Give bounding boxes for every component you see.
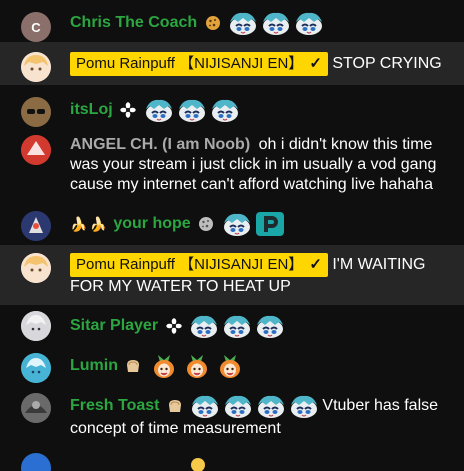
live-chat: C Chris The Coach Pomu Rainpuff 【NIJISAN… (0, 0, 464, 471)
avatar[interactable] (21, 353, 51, 383)
chat-message: C Chris The Coach (0, 0, 464, 42)
bread-member-badge-icon (167, 398, 183, 414)
author-name[interactable]: Chris The Coach (70, 14, 197, 31)
avatar[interactable] (21, 253, 51, 283)
pomu-emote-icon (149, 353, 179, 379)
author-name[interactable]: Fresh Toast (70, 397, 160, 414)
emote-icon (228, 10, 258, 36)
banana-emoji-icon: 🍌 (89, 216, 107, 232)
emote-icon (223, 393, 253, 419)
chat-message: itsLoj (0, 85, 464, 129)
emote-icon (190, 393, 220, 419)
author-name[interactable]: Sitar Player (70, 317, 158, 334)
pomu-emote-icon (215, 353, 245, 379)
emote-icon (289, 393, 319, 419)
author-name[interactable]: itsLoj (70, 101, 113, 118)
avatar[interactable] (21, 311, 51, 341)
chat-message: Fresh Toast Vtuber has false concept of … (0, 385, 464, 445)
author-name[interactable]: Lumin (70, 357, 118, 374)
avatar[interactable] (21, 97, 51, 127)
flower-member-badge-icon (166, 318, 182, 334)
avatar[interactable] (21, 211, 51, 241)
chat-message: Sitar Player (0, 305, 464, 345)
avatar[interactable] (21, 393, 51, 423)
emote-icon (222, 313, 252, 339)
emote-icon (177, 97, 207, 123)
avatar[interactable] (21, 453, 51, 471)
author-name[interactable]: your hope (113, 215, 190, 232)
flower-member-badge-icon (120, 102, 136, 118)
avatar[interactable]: C (21, 12, 51, 42)
avatar[interactable] (21, 135, 51, 165)
chat-message-owner: Pomu Rainpuff 【NIJISANJI EN】 ✓ I'M WAITIN… (0, 245, 464, 305)
emote-icon (261, 10, 291, 36)
emote-icon (294, 10, 324, 36)
cookie-member-badge-icon (205, 15, 221, 31)
emote-icon (210, 97, 240, 123)
banana-emoji-icon: 🍌 (70, 216, 88, 232)
cookie-member-badge-icon (198, 216, 214, 232)
emote-icon (256, 393, 286, 419)
emote-icon (144, 97, 174, 123)
chat-message-owner: Pomu Rainpuff 【NIJISANJI EN】 ✓ STOP CRYIN… (0, 42, 464, 85)
chat-message: 🍌 🍌 your hope (0, 201, 464, 245)
verified-check-icon: ✓ (309, 55, 322, 72)
owner-name-badge[interactable]: Pomu Rainpuff 【NIJISANJI EN】 ✓ (70, 253, 328, 277)
chat-message: Lumin (0, 345, 464, 385)
emote-icon (189, 313, 219, 339)
emote-icon (222, 211, 252, 237)
verified-check-icon: ✓ (309, 256, 322, 273)
bread-member-badge-icon (125, 358, 141, 374)
emoji-icon (190, 457, 206, 471)
chat-message: ANGEL CH. (I am Noob) oh i didn't know t… (0, 129, 464, 201)
pomu-emote-icon (182, 353, 212, 379)
message-text: STOP CRYING (332, 55, 442, 72)
chat-message-partial (0, 445, 464, 471)
author-name[interactable]: ANGEL CH. (I am Noob) (70, 136, 250, 153)
avatar[interactable] (21, 52, 51, 82)
owner-name-badge[interactable]: Pomu Rainpuff 【NIJISANJI EN】 ✓ (70, 52, 328, 76)
emote-icon (255, 313, 285, 339)
p-emote-icon (255, 211, 285, 237)
